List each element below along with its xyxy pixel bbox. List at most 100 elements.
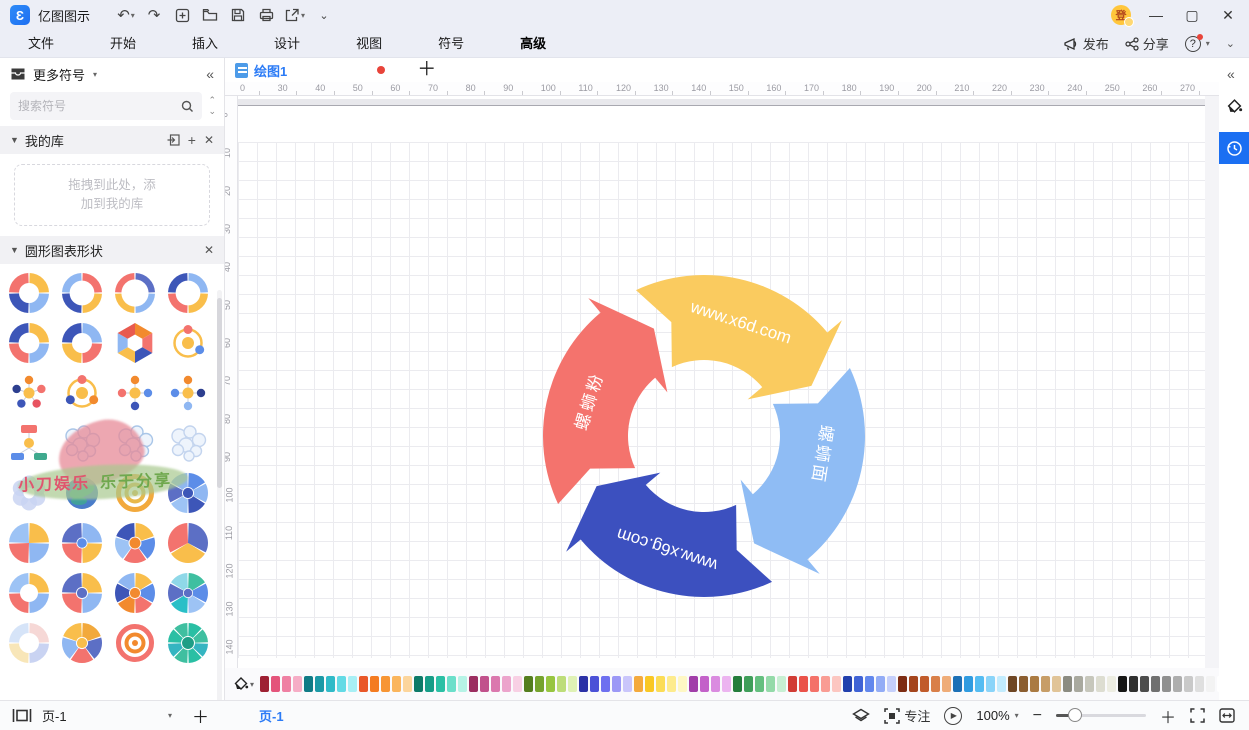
import-library-icon[interactable] (167, 134, 180, 146)
symbol-thumbnail[interactable] (55, 518, 108, 568)
symbol-thumbnail[interactable] (55, 268, 108, 318)
my-library-section-header[interactable]: ▼ 我的库 + ✕ (0, 126, 224, 154)
color-swatch[interactable] (909, 676, 918, 692)
symbol-thumbnail[interactable] (161, 568, 214, 618)
zoom-level-dropdown[interactable]: 100% ▾ (976, 708, 1018, 723)
export-button[interactable]: ▾ (282, 4, 308, 26)
color-swatch[interactable] (370, 676, 379, 692)
symbol-thumbnail[interactable] (161, 318, 214, 368)
library-dropzone[interactable]: 拖拽到此处，添 加到我的库 (14, 164, 210, 226)
symbol-thumbnail[interactable] (55, 318, 108, 368)
menu-tab-插入[interactable]: 插入 (164, 30, 246, 58)
fill-color-button[interactable]: ▾ (233, 676, 254, 692)
color-swatch[interactable] (304, 676, 313, 692)
symbol-thumbnail[interactable] (2, 318, 55, 368)
color-swatch[interactable] (502, 676, 511, 692)
symbol-thumbnail[interactable] (108, 618, 161, 668)
close-button[interactable]: ✕ (1217, 7, 1239, 24)
color-swatch[interactable] (1129, 676, 1138, 692)
symbol-thumbnail[interactable] (2, 568, 55, 618)
color-swatch[interactable] (447, 676, 456, 692)
menu-tab-开始[interactable]: 开始 (82, 30, 164, 58)
color-swatch[interactable] (744, 676, 753, 692)
color-swatch[interactable] (392, 676, 401, 692)
save-button[interactable] (226, 4, 250, 26)
focus-mode-button[interactable]: 专注 (884, 706, 930, 725)
color-swatch[interactable] (546, 676, 555, 692)
symbol-thumbnail[interactable] (161, 418, 214, 468)
document-tab[interactable]: 绘图1 (225, 58, 395, 82)
zoom-out-button[interactable]: − (1033, 707, 1042, 725)
color-swatch[interactable] (689, 676, 698, 692)
symbol-thumbnail[interactable] (108, 368, 161, 418)
menu-tab-设计[interactable]: 设计 (246, 30, 328, 58)
page-selector[interactable]: 页-1 ▾ (42, 706, 172, 725)
color-swatch[interactable] (986, 676, 995, 692)
color-swatch[interactable] (513, 676, 522, 692)
menu-tab-文件[interactable]: 文件 (0, 30, 82, 58)
cycle-segment[interactable] (543, 298, 667, 504)
search-input[interactable] (18, 99, 181, 113)
zoom-in-button[interactable]: ＋ (1160, 704, 1176, 728)
help-button[interactable]: ?▾ (1185, 36, 1210, 52)
color-swatch[interactable] (766, 676, 775, 692)
symbol-thumbnail[interactable] (2, 418, 55, 468)
symbol-thumbnail[interactable] (108, 268, 161, 318)
maximize-button[interactable]: ▢ (1181, 7, 1203, 24)
color-swatch[interactable] (414, 676, 423, 692)
color-swatch[interactable] (1063, 676, 1072, 692)
color-swatch[interactable] (634, 676, 643, 692)
cycle-segment[interactable] (566, 473, 772, 597)
color-swatch[interactable] (1019, 676, 1028, 692)
publish-button[interactable]: 发布 (1063, 34, 1109, 53)
color-swatch[interactable] (920, 676, 929, 692)
color-swatch[interactable] (557, 676, 566, 692)
color-swatch[interactable] (381, 676, 390, 692)
color-swatch[interactable] (1118, 676, 1127, 692)
color-swatch[interactable] (568, 676, 577, 692)
symbol-thumbnail[interactable] (55, 418, 108, 468)
color-swatch[interactable] (953, 676, 962, 692)
symbol-thumbnail[interactable] (161, 468, 214, 518)
close-section-icon[interactable]: ✕ (204, 243, 214, 257)
presentation-play-button[interactable]: ▶ (944, 707, 962, 725)
fullscreen-button[interactable] (1190, 708, 1205, 723)
color-swatch[interactable] (1041, 676, 1050, 692)
color-swatch[interactable] (623, 676, 632, 692)
color-swatch[interactable] (799, 676, 808, 692)
color-swatch[interactable] (458, 676, 467, 692)
color-swatch[interactable] (1151, 676, 1160, 692)
collapse-sidebar-icon[interactable]: « (206, 66, 214, 82)
color-swatch[interactable] (1052, 676, 1061, 692)
symbol-thumbnail[interactable] (2, 268, 55, 318)
add-library-icon[interactable]: + (188, 132, 196, 148)
menu-tab-视图[interactable]: 视图 (328, 30, 410, 58)
color-swatch[interactable] (865, 676, 874, 692)
color-swatch[interactable] (887, 676, 896, 692)
color-swatch[interactable] (293, 676, 302, 692)
symbol-thumbnail[interactable] (108, 318, 161, 368)
open-file-button[interactable] (198, 4, 222, 26)
new-tab-button[interactable]: ＋ (417, 60, 436, 80)
color-swatch[interactable] (359, 676, 368, 692)
menu-tab-符号[interactable]: 符号 (410, 30, 492, 58)
share-button[interactable]: 分享 (1125, 34, 1169, 53)
layers-button[interactable] (852, 708, 870, 724)
symbol-thumbnail[interactable] (2, 368, 55, 418)
color-swatch[interactable] (260, 676, 269, 692)
search-icon[interactable] (181, 100, 194, 113)
symbol-thumbnail[interactable] (161, 268, 214, 318)
collapse-ribbon-icon[interactable]: ⌄ (1226, 37, 1235, 50)
color-swatch[interactable] (931, 676, 940, 692)
more-symbols-dropdown[interactable]: 更多符号 (33, 65, 85, 84)
symbol-thumbnail[interactable] (2, 468, 55, 518)
color-swatch[interactable] (777, 676, 786, 692)
color-swatch[interactable] (535, 676, 544, 692)
cycle-segment[interactable] (741, 368, 865, 574)
color-swatch[interactable] (524, 676, 533, 692)
color-swatch[interactable] (590, 676, 599, 692)
color-swatch[interactable] (1096, 676, 1105, 692)
symbol-thumbnail[interactable] (2, 518, 55, 568)
color-swatch[interactable] (876, 676, 885, 692)
symbol-thumbnail[interactable] (108, 518, 161, 568)
